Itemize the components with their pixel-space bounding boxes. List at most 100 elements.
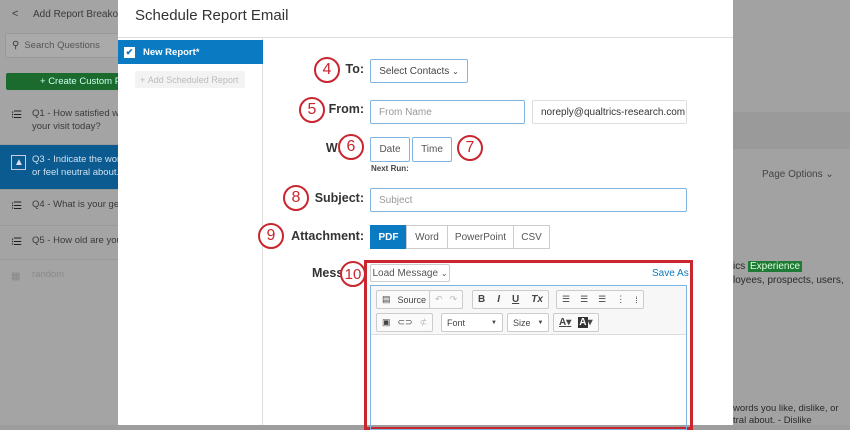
unlink-icon[interactable]: ⊄ [420,317,428,328]
question-item[interactable]: ⁝☰ Q4 - What is your gender? [0,190,118,226]
attachment-csv[interactable]: CSV [513,225,550,249]
highlight-badge: Experience [748,261,803,272]
source-button[interactable]: ▤ Source [376,290,433,309]
size-dropdown[interactable]: Size ▼ [507,313,549,332]
question-label: Q3 - Indicate the words you like, dislik… [32,154,118,178]
align-left-icon[interactable]: ☰ [562,294,570,305]
font-dropdown[interactable]: Font ▼ [441,313,503,332]
background-right-panel: Page Options ⌄ ics Experience loyees, pr… [733,0,850,426]
italic-button[interactable]: I [497,294,500,305]
load-message-label: Load Message [372,267,439,279]
redo-icon[interactable]: ↷ [450,294,458,305]
modal-header: Schedule Report Email [118,0,733,38]
subject-input[interactable]: Subject [370,188,687,212]
question-item-selected[interactable]: ▲ Q3 - Indicate the words you like, disli… [0,145,118,190]
search-placeholder: Search Questions [24,40,100,51]
numbered-list-icon[interactable]: ⋮ [616,294,625,305]
underline-button[interactable]: U [512,294,519,305]
search-icon: ⚲ [12,40,20,51]
grid-icon: ▦ [11,271,21,282]
bg-color-label: A [578,317,588,328]
align-right-icon[interactable]: ☰ [598,294,606,305]
attachment-word[interactable]: Word [406,225,448,249]
bullet-list-icon[interactable]: ⁞ [635,295,638,305]
load-message-dropdown[interactable]: Load Message ⌄ [370,264,450,282]
callout-5: 5 [299,97,325,123]
attachment-pdf[interactable]: PDF [370,225,407,249]
callout-7: 7 [457,135,483,161]
list-icon: ⁝☰ [11,201,22,212]
callout-8: 8 [283,185,309,211]
link-icon[interactable]: ⊂⊃ [398,317,413,328]
report-item-label: New Report* [143,46,200,58]
text-color-label: A [559,317,567,328]
question-item[interactable]: ⁝☰ Q1 - How satisfied were you with your … [0,99,118,145]
select-contacts-dropdown[interactable]: Select Contacts ⌄ [370,59,468,83]
question-label: Q1 - How satisfied were you with your vi… [32,108,118,132]
background-left-panel: < Add Report Breakout ⚲ Search Questions … [0,0,126,425]
callout-9: 9 [258,223,284,249]
message-editor[interactable]: ▤ Source ↶ ↷ B I U Tx ☰ ☰ ☰ ⋮ ⁞ ▣ ⊂⊃ ⊄ Font ▼ Size ▼ … [370,285,687,430]
align-center-icon[interactable]: ☰ [580,294,588,305]
question-item[interactable]: ⁝☰ Q5 - How old are you? [0,226,118,260]
question-label: random [32,269,65,280]
insert-group: ▣ ⊂⊃ ⊄ [376,313,434,332]
word-cloud-icon: ▲ [11,155,26,170]
color-group: A▾ A▾ [553,313,599,332]
modal-title: Schedule Report Email [135,7,289,24]
add-report-breakout[interactable]: Add Report Breakout [33,9,126,20]
bg-text: words you like, dislike, or [733,403,839,414]
save-as-link[interactable]: Save As [652,268,689,279]
next-run-label: Next Run: [371,164,409,173]
bg-text: ics [733,261,746,272]
date-button[interactable]: Date [370,137,410,162]
attachment-powerpoint[interactable]: PowerPoint [447,225,514,249]
from-name-input[interactable]: From Name [370,100,525,124]
question-label: Q5 - How old are you? [32,235,118,246]
create-custom-page-button[interactable]: + Create Custom Page [6,73,126,90]
size-label: Size [513,317,531,328]
question-item[interactable]: ▦ random [0,260,118,300]
add-scheduled-report-button[interactable]: + Add Scheduled Report [135,71,245,88]
align-group: ☰ ☰ ☰ ⋮ ⁞ [556,290,644,309]
caret-down-icon: ▼ [537,319,544,326]
page-options-label: Page Options [762,169,823,180]
plus-icon: + [40,76,49,87]
from-email-input[interactable]: noreply@qualtrics-research.com [532,100,687,124]
chevron-down-icon: ⌄ [452,66,459,76]
subject-label: Subject: [314,191,364,205]
background-color-button[interactable]: A▾ [578,317,593,328]
format-group: B I U Tx [472,290,549,309]
undo-redo-group: ↶ ↷ [429,290,464,309]
chevron-down-icon: ⌄ [440,268,448,278]
callout-6: 6 [338,134,364,160]
text-color-button[interactable]: A▾ [559,317,571,328]
caret-down-icon: ▼ [491,319,497,326]
bold-button[interactable]: B [478,294,485,305]
callout-4: 4 [314,57,340,83]
bg-text: tral about. - Dislike [733,415,812,426]
share-icon: < [12,8,19,20]
search-questions-input[interactable]: ⚲ Search Questions [5,33,125,58]
question-label: Q4 - What is your gender? [32,199,118,210]
chevron-down-icon: ⌄ [825,169,834,180]
create-label: Create Custom Page [48,76,126,87]
list-icon: ⁝☰ [11,110,22,121]
callout-10: 10 [340,261,366,287]
list-icon: ⁝☰ [11,237,22,248]
image-icon[interactable]: ▣ [382,317,391,328]
source-icon: ▤ [382,294,391,304]
report-item-new[interactable]: ✔ New Report* [118,40,263,64]
font-label: Font [447,317,466,328]
modal-sidebar: ✔ New Report* + Add Scheduled Report [118,38,263,425]
add-scheduled-label: Add Scheduled Report [147,74,239,85]
select-contacts-label: Select Contacts [379,65,450,77]
bg-text: loyees, prospects, users, [733,275,844,286]
undo-icon[interactable]: ↶ [435,294,443,305]
time-button[interactable]: Time [412,137,452,162]
attachment-label: Attachment: [291,229,364,243]
remove-format-button[interactable]: Tx [531,294,543,305]
source-label: Source [397,294,427,305]
checkbox-checked-icon[interactable]: ✔ [124,46,135,58]
page-options-button[interactable]: Page Options ⌄ [762,169,834,180]
